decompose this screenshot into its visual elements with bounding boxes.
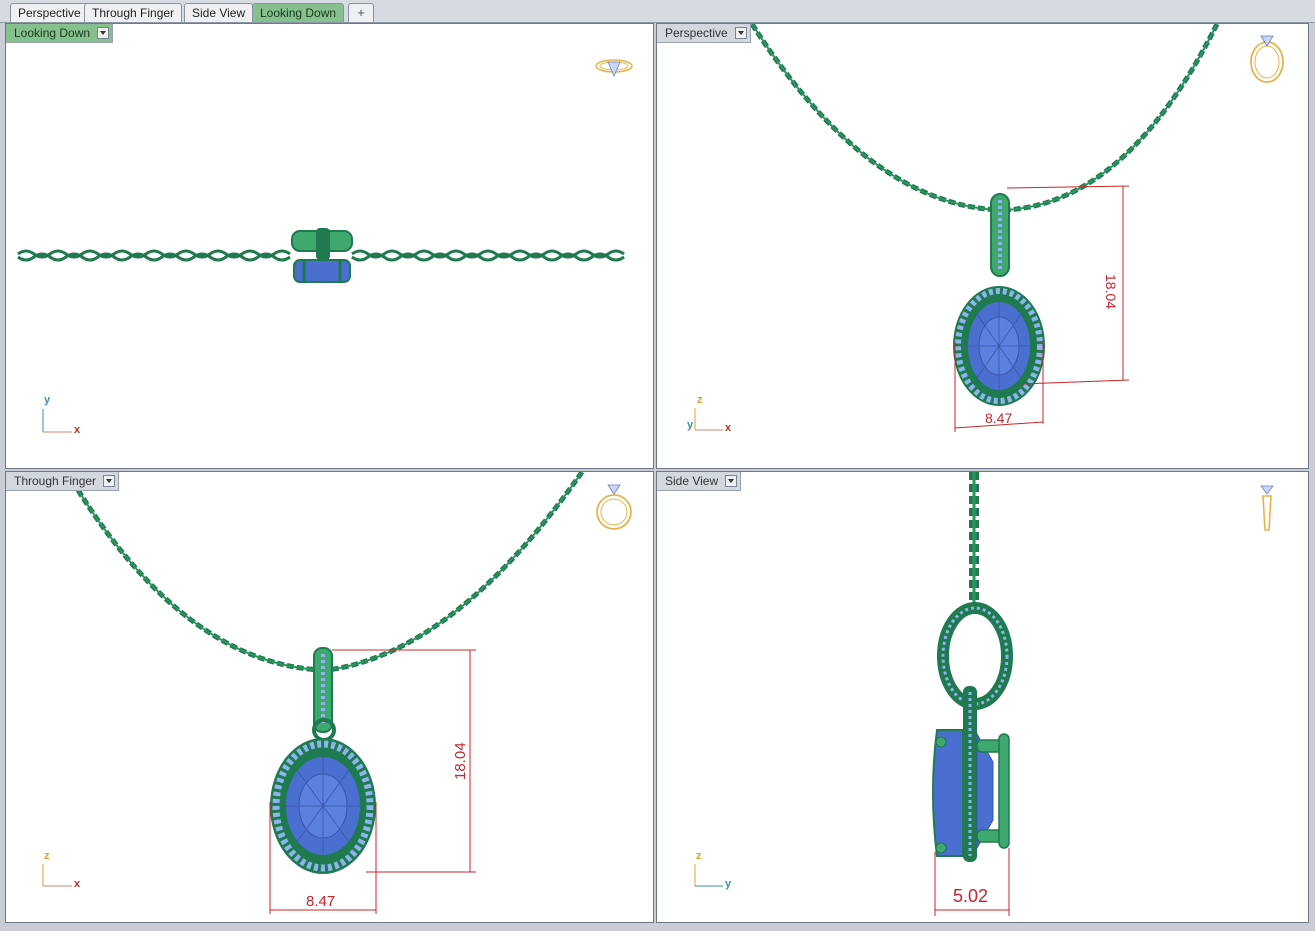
axis-z-label: z (697, 394, 703, 406)
dimension-width-label: 8.47 (306, 893, 336, 910)
dimension-depth-label: 5.02 (953, 886, 989, 906)
viewport-label-looking-down[interactable]: Looking Down (6, 24, 114, 43)
add-tab-button[interactable]: + (348, 3, 374, 22)
chain-right (1004, 24, 1220, 213)
side-view-scene (694, 472, 1274, 916)
ring-side-icon[interactable] (1260, 485, 1274, 531)
viewport-label-text: Through Finger (14, 474, 97, 488)
chain-right-highlight (1004, 24, 1218, 211)
tab-perspective[interactable]: Perspective (10, 3, 89, 22)
perspective-scene (694, 24, 1284, 432)
chevron-down-icon[interactable] (725, 475, 738, 487)
through-finger-scene (42, 472, 632, 914)
axis-triad (42, 864, 72, 887)
axis-x-label: x (725, 422, 732, 434)
chain-left-highlight (751, 24, 1000, 211)
tab-looking-down[interactable]: Looking Down (252, 3, 345, 22)
axis-y-label: y (687, 419, 694, 431)
chain-left (749, 24, 1000, 213)
viewport-perspective[interactable]: Perspective 18.04 8.47 z y x (656, 23, 1309, 469)
viewport-side-view[interactable]: Side View 5.02 z y (656, 471, 1309, 923)
tab-side-view[interactable]: Side View (184, 3, 254, 22)
dimension-height-label: 18.04 (1103, 274, 1119, 310)
axis-triad (694, 408, 723, 431)
chevron-down-icon[interactable] (97, 27, 110, 39)
axis-z-label: z (44, 850, 50, 862)
axis-triad (42, 409, 72, 433)
plus-icon: + (357, 5, 365, 20)
dimension-height-label: 18.04 (452, 742, 469, 780)
chevron-down-icon[interactable] (103, 475, 116, 487)
viewport-label-text: Side View (665, 474, 719, 488)
dimension-width-label: 8.47 (985, 410, 1013, 426)
rhino-viewport-workspace: Perspective Through Finger Side View Loo… (0, 0, 1315, 931)
viewport-looking-down[interactable]: Looking Down y x (5, 23, 654, 469)
ring-perspective-icon[interactable] (1250, 35, 1284, 83)
viewport-label-perspective[interactable]: Perspective (657, 24, 751, 43)
axis-y-label: y (725, 878, 732, 890)
tab-through-finger[interactable]: Through Finger (84, 3, 183, 22)
viewport-label-through-finger[interactable]: Through Finger (6, 472, 120, 491)
pendant-top (291, 228, 353, 283)
axis-triad (694, 864, 723, 887)
viewport-tab-strip: Perspective Through Finger Side View Loo… (0, 0, 1315, 23)
viewport-label-text: Looking Down (14, 26, 91, 40)
axis-y-label: y (44, 394, 51, 406)
viewport-label-side-view[interactable]: Side View (657, 472, 742, 491)
ring-top-view-icon[interactable] (595, 59, 633, 78)
axis-x-label: x (74, 878, 81, 890)
pendant-halo (953, 286, 1045, 406)
axis-x-label: x (74, 424, 81, 436)
viewport-through-finger[interactable]: Through Finger 18.04 8.47 z x (5, 471, 654, 923)
pendant-halo (270, 738, 376, 874)
looking-down-scene (17, 59, 633, 433)
ring-front-icon[interactable] (596, 484, 632, 530)
chevron-down-icon[interactable] (734, 27, 747, 39)
viewport-label-text: Perspective (665, 26, 728, 40)
axis-z-label: z (696, 850, 702, 862)
